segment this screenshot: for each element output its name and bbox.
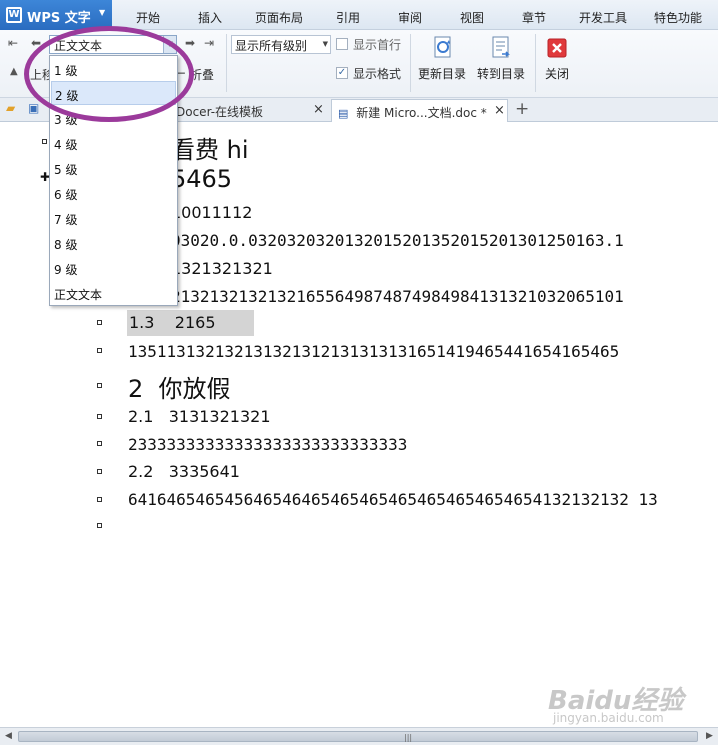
- tab-developer[interactable]: 开发工具: [579, 9, 627, 26]
- show-first-line-label: 显示首行: [353, 38, 402, 52]
- outline-bullet: [97, 320, 102, 325]
- chevron-down-icon: ▼: [322, 40, 328, 48]
- outline-heading-selected[interactable]: 1.3 2165: [127, 310, 254, 336]
- ribbon-divider: [535, 34, 536, 92]
- outline-body-text[interactable]: 23333333333333333333333333333: [128, 435, 407, 454]
- outline-bullet: [42, 139, 47, 144]
- close-outline-label[interactable]: 关闭: [545, 65, 569, 82]
- tab-label: Docer-在线模板: [176, 105, 264, 119]
- tab-special-features[interactable]: 特色功能: [654, 9, 702, 26]
- ribbon-divider: [410, 34, 411, 92]
- tab-view[interactable]: 视图: [460, 9, 484, 26]
- outline-heading[interactable]: 2.1 3131321321: [128, 407, 271, 426]
- outline-heading[interactable]: 5465: [171, 165, 232, 193]
- dropdown-item-level-8[interactable]: 8 级: [51, 231, 176, 255]
- close-outline-icon[interactable]: [547, 38, 567, 58]
- move-up-icon[interactable]: ▲: [10, 66, 18, 77]
- dropdown-item-body-text[interactable]: 正文文本: [51, 281, 176, 305]
- show-format-label: 显示格式: [353, 67, 402, 81]
- outline-body-text[interactable]: 03020.0.03203203201320152013520152013012…: [171, 231, 624, 250]
- show-first-line-checkbox[interactable]: [336, 38, 348, 50]
- tab-review[interactable]: 审阅: [398, 9, 422, 26]
- outline-heading[interactable]: 1321321321: [171, 259, 273, 278]
- demote-to-body-icon[interactable]: ⇥: [204, 36, 214, 50]
- outline-heading[interactable]: 看费 hi: [171, 130, 249, 165]
- dropdown-item-level-6[interactable]: 6 级: [51, 181, 176, 205]
- outline-bullet: [97, 441, 102, 446]
- menu-bar: W WPS 文字 ▼ 开始 插入 页面布局 引用 审阅 视图 章节 开发工具 特…: [0, 0, 718, 30]
- outline-heading[interactable]: 2.2 3335641: [128, 462, 240, 481]
- show-level-select[interactable]: 显示所有级别 ▼: [231, 35, 331, 54]
- outline-bullet: [97, 523, 102, 528]
- outline-bullet: [97, 414, 102, 419]
- dropdown-item-level-7[interactable]: 7 级: [51, 206, 176, 230]
- tab-new-document[interactable]: ▤ 新建 Micro...文档.doc * ×: [331, 99, 508, 122]
- close-icon[interactable]: ×: [494, 103, 505, 118]
- outline-body-text[interactable]: 2132132132132165564987487498498413132103…: [171, 287, 624, 306]
- scrollbar-thumb[interactable]: |||: [18, 731, 698, 742]
- outline-bullet: [97, 497, 102, 502]
- close-icon[interactable]: ×: [313, 102, 324, 117]
- scroll-right-icon[interactable]: ▶: [706, 731, 713, 741]
- goto-toc-label[interactable]: 转到目录: [477, 65, 525, 82]
- outline-level-value: 正文文本: [54, 39, 103, 53]
- tab-page-layout[interactable]: 页面布局: [255, 9, 303, 26]
- scroll-left-icon[interactable]: ◀: [5, 731, 12, 741]
- collapse-label[interactable]: 折叠: [190, 66, 214, 83]
- wps-logo-icon: W: [6, 7, 22, 23]
- show-level-value: 显示所有级别: [235, 39, 308, 53]
- outline-body-text[interactable]: 6416465465456465464654654654654654654654…: [128, 490, 673, 509]
- dropdown-item-level-2[interactable]: 2 级: [51, 81, 176, 105]
- tab-label: 新建 Micro...文档.doc *: [356, 106, 487, 120]
- wps-app-menu-button[interactable]: W WPS 文字 ▼: [0, 0, 112, 30]
- dropdown-item-level-1[interactable]: 1 级: [51, 57, 176, 81]
- tab-insert[interactable]: 插入: [198, 9, 222, 26]
- outline-level-select[interactable]: 正文文本 ▼: [49, 35, 177, 54]
- outline-body-text[interactable]: 1351131321321313213121313131316514194654…: [128, 342, 619, 361]
- save-icon[interactable]: ▣: [28, 101, 39, 115]
- tab-references[interactable]: 引用: [336, 9, 360, 26]
- goto-toc-icon[interactable]: [488, 35, 514, 61]
- dropdown-item-level-5[interactable]: 5 级: [51, 156, 176, 180]
- dropdown-item-level-9[interactable]: 9 级: [51, 256, 176, 280]
- tab-chapter[interactable]: 章节: [522, 9, 546, 26]
- grip-icon: |||: [404, 733, 413, 742]
- chevron-down-icon: ▼: [99, 8, 106, 17]
- demote-icon[interactable]: ➡: [185, 36, 195, 50]
- horizontal-scrollbar[interactable]: ◀ ||| ▶: [0, 727, 718, 745]
- baidu-watermark-url: jingyan.baidu.com: [553, 711, 664, 725]
- outline-level-dropdown: 1 级 2 级 3 级 4 级 5 级 6 级 7 级 8 级 9 级 正文文本: [49, 55, 178, 306]
- dropdown-item-level-4[interactable]: 4 级: [51, 131, 176, 155]
- ribbon-divider: [226, 34, 227, 92]
- outline-bullet: [97, 469, 102, 474]
- show-format-checkbox[interactable]: ✓: [336, 67, 348, 79]
- word-doc-icon: ▤: [338, 107, 349, 120]
- outline-bullet: [97, 383, 102, 388]
- outline-heading[interactable]: 10011112: [171, 203, 252, 222]
- update-toc-icon[interactable]: [430, 35, 456, 61]
- new-tab-plus-icon[interactable]: +: [515, 99, 529, 119]
- tab-home[interactable]: 开始: [136, 9, 160, 26]
- update-toc-label[interactable]: 更新目录: [418, 65, 466, 82]
- open-folder-icon[interactable]: ▰: [6, 101, 15, 115]
- outline-heading[interactable]: 2 你放假: [128, 369, 231, 404]
- promote-icon[interactable]: ⬅: [31, 36, 41, 50]
- dropdown-item-level-3[interactable]: 3 级: [51, 106, 176, 130]
- tab-docer-templates[interactable]: Docer-在线模板 ×: [170, 99, 330, 122]
- chevron-down-icon[interactable]: ▼: [163, 36, 176, 53]
- app-title: WPS 文字: [27, 11, 91, 26]
- promote-to-heading1-icon[interactable]: ⇤: [8, 36, 18, 50]
- outline-bullet: [97, 348, 102, 353]
